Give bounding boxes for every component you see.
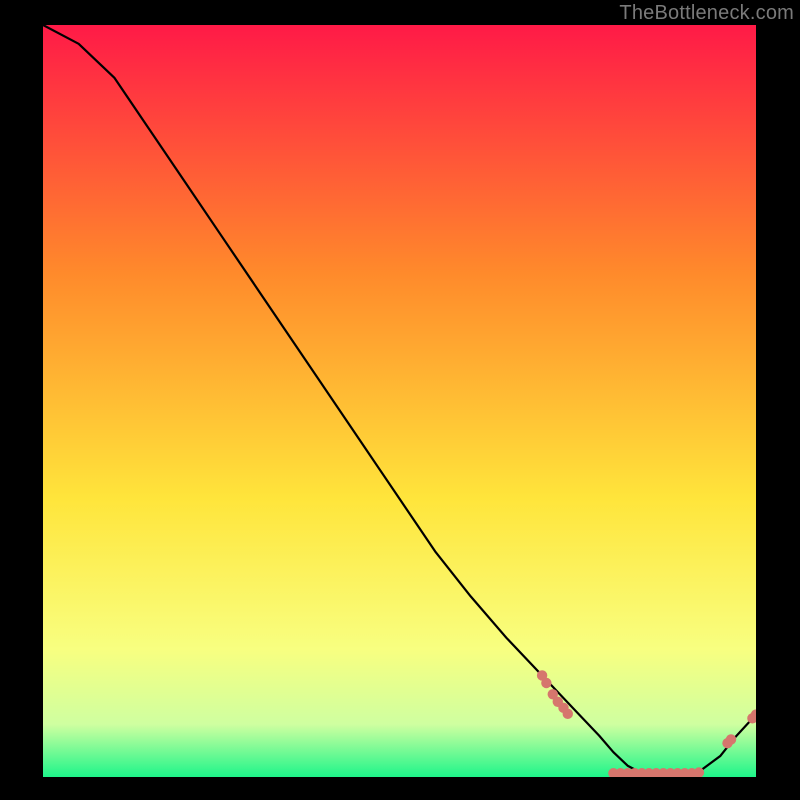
- data-marker: [563, 709, 573, 719]
- watermark-text: TheBottleneck.com: [619, 2, 794, 25]
- data-marker: [726, 734, 736, 744]
- gradient-bg: [43, 25, 756, 777]
- plot-area: [43, 25, 756, 777]
- chart-frame: TheBottleneck.com: [0, 0, 800, 800]
- chart-svg: [43, 25, 756, 777]
- data-marker: [541, 678, 551, 688]
